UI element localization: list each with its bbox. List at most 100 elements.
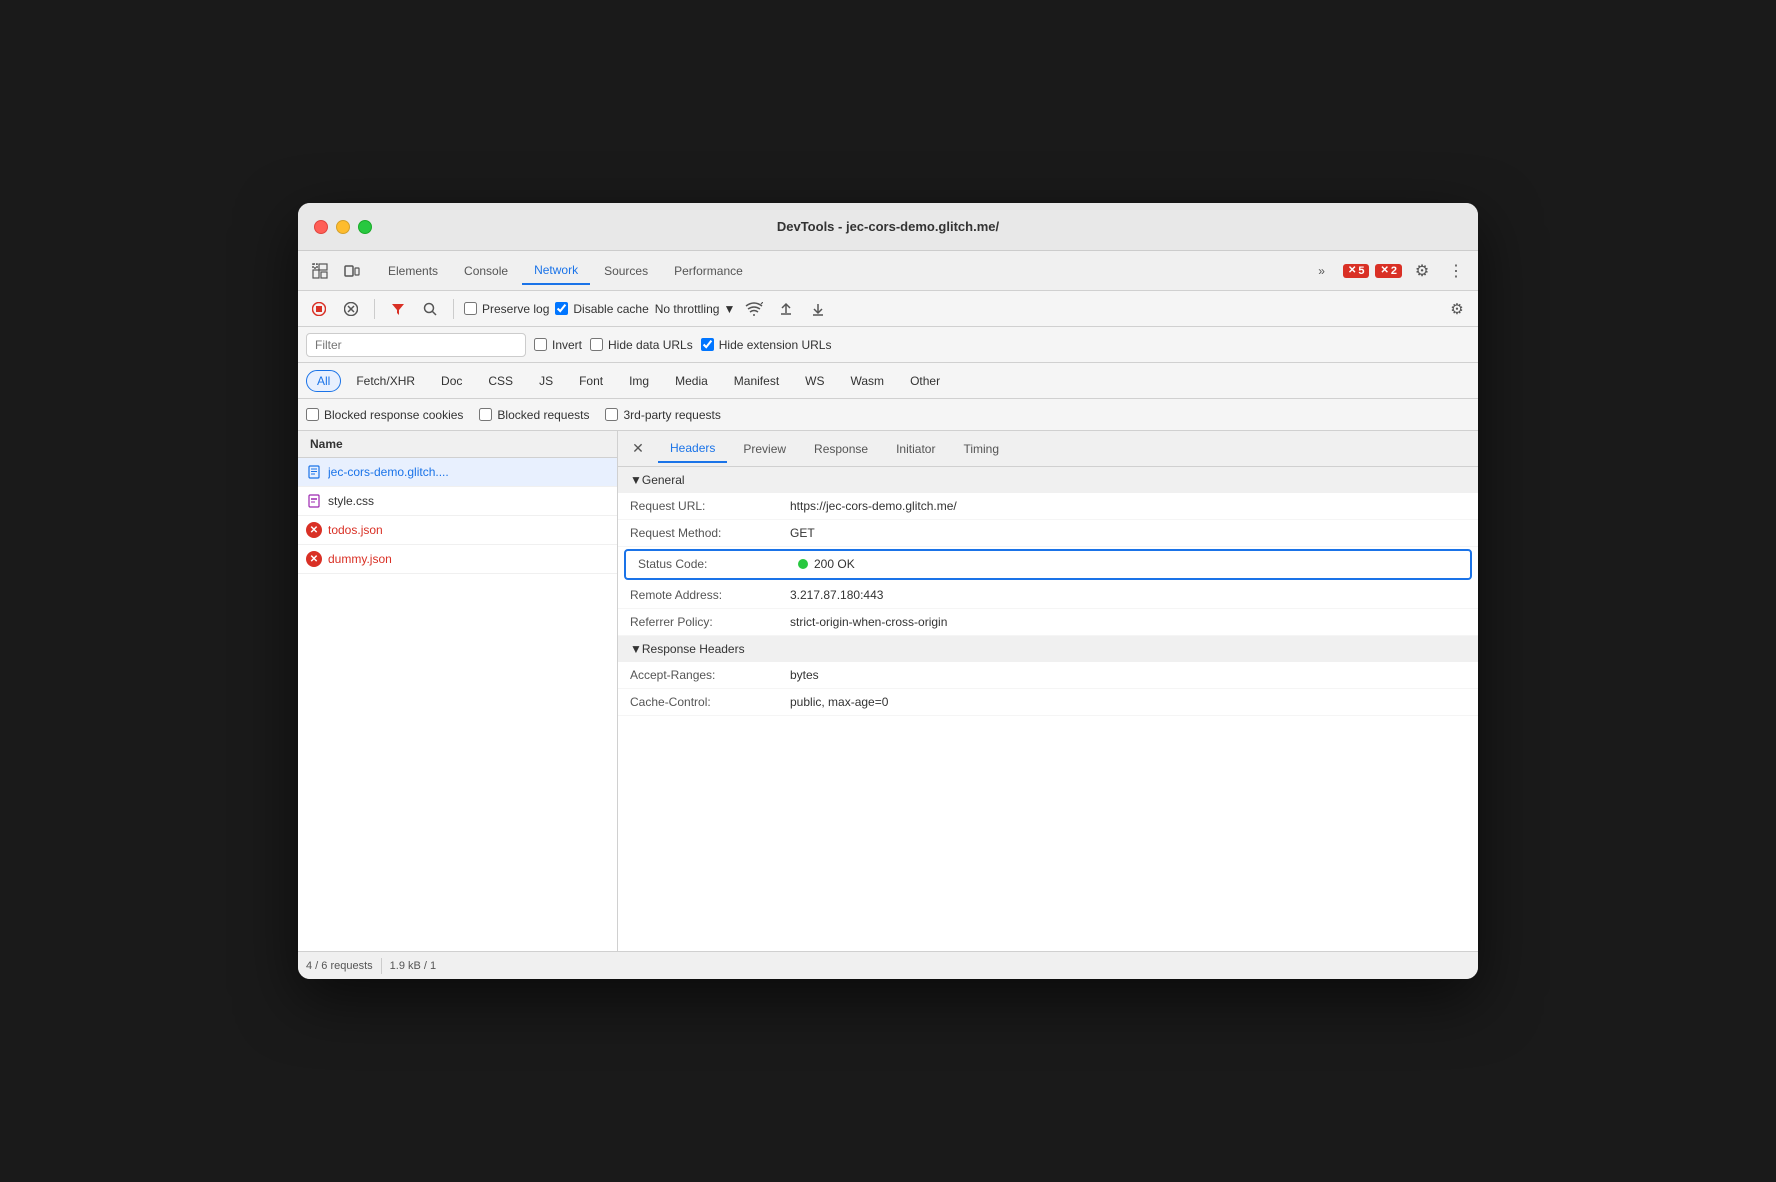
wifi-icon (745, 302, 763, 316)
checkbox-row: Blocked response cookies Blocked request… (298, 399, 1478, 431)
status-code-value: 200 OK (798, 557, 855, 572)
tab-headers[interactable]: Headers (658, 435, 727, 463)
gear-icon: ⚙ (1415, 261, 1429, 281)
list-item[interactable]: jec-cors-demo.glitch.... (298, 458, 617, 487)
tab-timing[interactable]: Timing (951, 436, 1011, 462)
stop-recording-button[interactable] (306, 296, 332, 322)
blocked-response-cookies-label[interactable]: Blocked response cookies (306, 408, 463, 422)
close-button[interactable] (314, 220, 328, 234)
inspect-icon-button[interactable] (306, 257, 334, 285)
third-party-requests-checkbox[interactable] (605, 408, 618, 421)
download-icon (811, 302, 825, 316)
resource-tab-fetchxhr[interactable]: Fetch/XHR (345, 370, 426, 392)
throttle-select[interactable]: No throttling ▼ (655, 302, 736, 316)
general-section-content: Request URL: https://jec-cors-demo.glitc… (618, 493, 1478, 636)
upload-icon (779, 302, 793, 316)
third-party-requests-label[interactable]: 3rd-party requests (605, 408, 720, 422)
resource-tabs: All Fetch/XHR Doc CSS JS Font Img Media … (298, 363, 1478, 399)
error-count-1: ✕ 5 (1343, 264, 1370, 278)
filter-bar: Invert Hide data URLs Hide extension URL… (298, 327, 1478, 363)
error-count-2: ✕ 2 (1375, 264, 1402, 278)
list-item[interactable]: style.css (298, 487, 617, 516)
maximize-button[interactable] (358, 220, 372, 234)
resource-tab-other[interactable]: Other (899, 370, 951, 392)
general-section-header[interactable]: ▼General (618, 467, 1478, 493)
tab-initiator[interactable]: Initiator (884, 436, 947, 462)
resource-tab-manifest[interactable]: Manifest (723, 370, 790, 392)
upload-button[interactable] (773, 296, 799, 322)
tab-preview[interactable]: Preview (731, 436, 798, 462)
settings-button[interactable]: ⚙ (1408, 257, 1436, 285)
download-button[interactable] (805, 296, 831, 322)
preserve-log-label[interactable]: Preserve log (464, 302, 549, 316)
resource-tab-media[interactable]: Media (664, 370, 719, 392)
detail-row: Accept-Ranges: bytes (618, 662, 1478, 689)
error-icon: ✕ (306, 522, 322, 538)
response-headers-section-header[interactable]: ▼Response Headers (618, 636, 1478, 662)
search-button[interactable] (417, 296, 443, 322)
resource-tab-css[interactable]: CSS (477, 370, 524, 392)
network-settings-button[interactable]: ⚙ (1444, 296, 1470, 322)
main-content: Name jec-cors-demo.glitch.... (298, 431, 1478, 951)
footer: 4 / 6 requests 1.9 kB / 1 (298, 951, 1478, 979)
resource-tab-ws[interactable]: WS (794, 370, 835, 392)
detail-tabs: ✕ Headers Preview Response Initiator Tim… (618, 431, 1478, 467)
blocked-response-cookies-checkbox[interactable] (306, 408, 319, 421)
list-item[interactable]: ✕ todos.json (298, 516, 617, 545)
device-toggle-button[interactable] (338, 257, 366, 285)
request-name: style.css (328, 494, 374, 508)
tab-network[interactable]: Network (522, 257, 590, 285)
resource-tab-js[interactable]: JS (528, 370, 564, 392)
css-icon (306, 493, 322, 509)
more-menu-button[interactable]: ⋮ (1442, 257, 1470, 285)
resource-tab-doc[interactable]: Doc (430, 370, 473, 392)
detail-row: Cache-Control: public, max-age=0 (618, 689, 1478, 716)
toolbar: Preserve log Disable cache No throttling… (298, 291, 1478, 327)
wifi-settings-button[interactable] (741, 296, 767, 322)
hide-data-urls-checkbox[interactable] (590, 338, 603, 351)
detail-row: Remote Address: 3.217.87.180:443 (618, 582, 1478, 609)
tab-console[interactable]: Console (452, 258, 520, 284)
request-name: todos.json (328, 523, 383, 537)
more-icon: ⋮ (1448, 261, 1464, 281)
preserve-log-checkbox[interactable] (464, 302, 477, 315)
close-detail-button[interactable]: ✕ (626, 437, 650, 461)
blocked-requests-label[interactable]: Blocked requests (479, 408, 589, 422)
filter-input[interactable] (306, 333, 526, 357)
request-list: jec-cors-demo.glitch.... style.css (298, 458, 617, 951)
error-badge-2: ✕ 2 (1375, 264, 1402, 278)
hide-ext-urls-checkbox[interactable] (701, 338, 714, 351)
footer-divider (381, 958, 382, 974)
traffic-lights (314, 220, 372, 234)
title-bar: DevTools - jec-cors-demo.glitch.me/ (298, 203, 1478, 251)
status-indicator: 200 OK (798, 557, 855, 571)
detail-content: ▼General Request URL: https://jec-cors-d… (618, 467, 1478, 951)
status-code-row: Status Code: 200 OK (624, 549, 1472, 580)
invert-checkbox[interactable] (534, 338, 547, 351)
filter-button[interactable] (385, 296, 411, 322)
list-item[interactable]: ✕ dummy.json (298, 545, 617, 574)
tab-performance[interactable]: Performance (662, 258, 755, 284)
minimize-button[interactable] (336, 220, 350, 234)
clear-button[interactable] (338, 296, 364, 322)
invert-label[interactable]: Invert (534, 338, 582, 352)
detail-row: Referrer Policy: strict-origin-when-cros… (618, 609, 1478, 636)
toolbar-divider-1 (374, 299, 375, 319)
resource-tab-all[interactable]: All (306, 370, 341, 392)
blocked-requests-checkbox[interactable] (479, 408, 492, 421)
nav-right: » ✕ 5 ✕ 2 ⚙ ⋮ (1306, 257, 1470, 285)
tab-sources[interactable]: Sources (592, 258, 660, 284)
tab-elements[interactable]: Elements (376, 258, 450, 284)
name-column-header: Name (298, 431, 617, 458)
resource-tab-font[interactable]: Font (568, 370, 614, 392)
resource-tab-img[interactable]: Img (618, 370, 660, 392)
more-tabs-button[interactable]: » (1306, 258, 1337, 284)
filter-icon (391, 302, 405, 316)
disable-cache-checkbox[interactable] (555, 302, 568, 315)
hide-ext-urls-label[interactable]: Hide extension URLs (701, 338, 832, 352)
disable-cache-label[interactable]: Disable cache (555, 302, 648, 316)
tab-response[interactable]: Response (802, 436, 880, 462)
status-dot (798, 559, 808, 569)
resource-tab-wasm[interactable]: Wasm (840, 370, 896, 392)
hide-data-urls-label[interactable]: Hide data URLs (590, 338, 693, 352)
